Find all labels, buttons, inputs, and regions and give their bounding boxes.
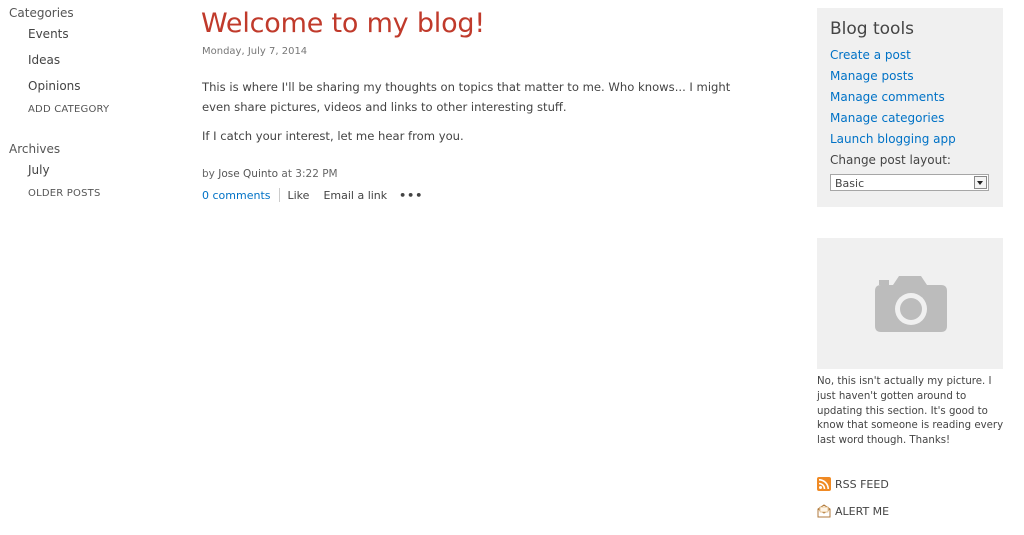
- alert-me-label: ALERT ME: [835, 504, 890, 518]
- nav-item-events[interactable]: Events: [28, 27, 69, 41]
- profile-picture-placeholder: [817, 238, 1003, 369]
- post-paragraph: If I catch your interest, let me hear fr…: [202, 129, 464, 143]
- email-link-button[interactable]: Email a link: [323, 189, 387, 202]
- create-post-link[interactable]: Create a post: [830, 48, 911, 62]
- add-category-link[interactable]: ADD CATEGORY: [28, 104, 109, 115]
- dropdown-arrow-icon[interactable]: [974, 176, 987, 189]
- post-layout-label: Change post layout:: [830, 153, 951, 167]
- comments-link[interactable]: 0 comments: [202, 189, 271, 202]
- post-layout-select[interactable]: Basic: [830, 174, 989, 191]
- manage-posts-link[interactable]: Manage posts: [830, 69, 914, 83]
- post-date: Monday, July 7, 2014: [202, 46, 308, 57]
- blog-tools-title: Blog tools: [830, 19, 915, 39]
- older-posts-link[interactable]: OLDER POSTS: [28, 188, 101, 199]
- alert-icon: [817, 504, 831, 518]
- rss-feed-link[interactable]: RSS FEED: [817, 477, 889, 491]
- blog-tools-panel: Blog tools Create a post Manage posts Ma…: [817, 8, 1003, 207]
- manage-comments-link[interactable]: Manage comments: [830, 90, 945, 104]
- rss-feed-label: RSS FEED: [835, 477, 889, 491]
- rss-icon: [817, 477, 831, 491]
- nav-item-ideas[interactable]: Ideas: [28, 53, 60, 67]
- byline-time: at 3:22 PM: [281, 168, 338, 180]
- manage-categories-link[interactable]: Manage categories: [830, 111, 944, 125]
- alert-me-link[interactable]: ALERT ME: [817, 504, 889, 518]
- post-byline: by Jose Quinto at 3:22 PM: [202, 168, 338, 180]
- like-button[interactable]: Like: [288, 189, 310, 202]
- post-title[interactable]: Welcome to my blog!: [201, 8, 485, 39]
- picture-caption: No, this isn't actually my picture. I ju…: [817, 376, 1004, 447]
- post-paragraph: This is where I'll be sharing my thought…: [202, 80, 731, 114]
- divider: [278, 188, 280, 202]
- nav-item-opinions[interactable]: Opinions: [28, 79, 81, 93]
- launch-blogging-app-link[interactable]: Launch blogging app: [830, 132, 956, 146]
- categories-heading: Categories: [9, 6, 74, 20]
- author-name[interactable]: Jose Quinto: [218, 168, 278, 180]
- archives-heading: Archives: [9, 142, 61, 156]
- post-actions: 0 comments Like Email a link •••: [202, 188, 423, 202]
- byline-prefix: by: [202, 168, 215, 180]
- camera-icon: [875, 276, 947, 332]
- more-options-icon[interactable]: •••: [399, 189, 423, 202]
- nav-item-july[interactable]: July: [28, 163, 50, 177]
- post-layout-value: Basic: [835, 177, 865, 190]
